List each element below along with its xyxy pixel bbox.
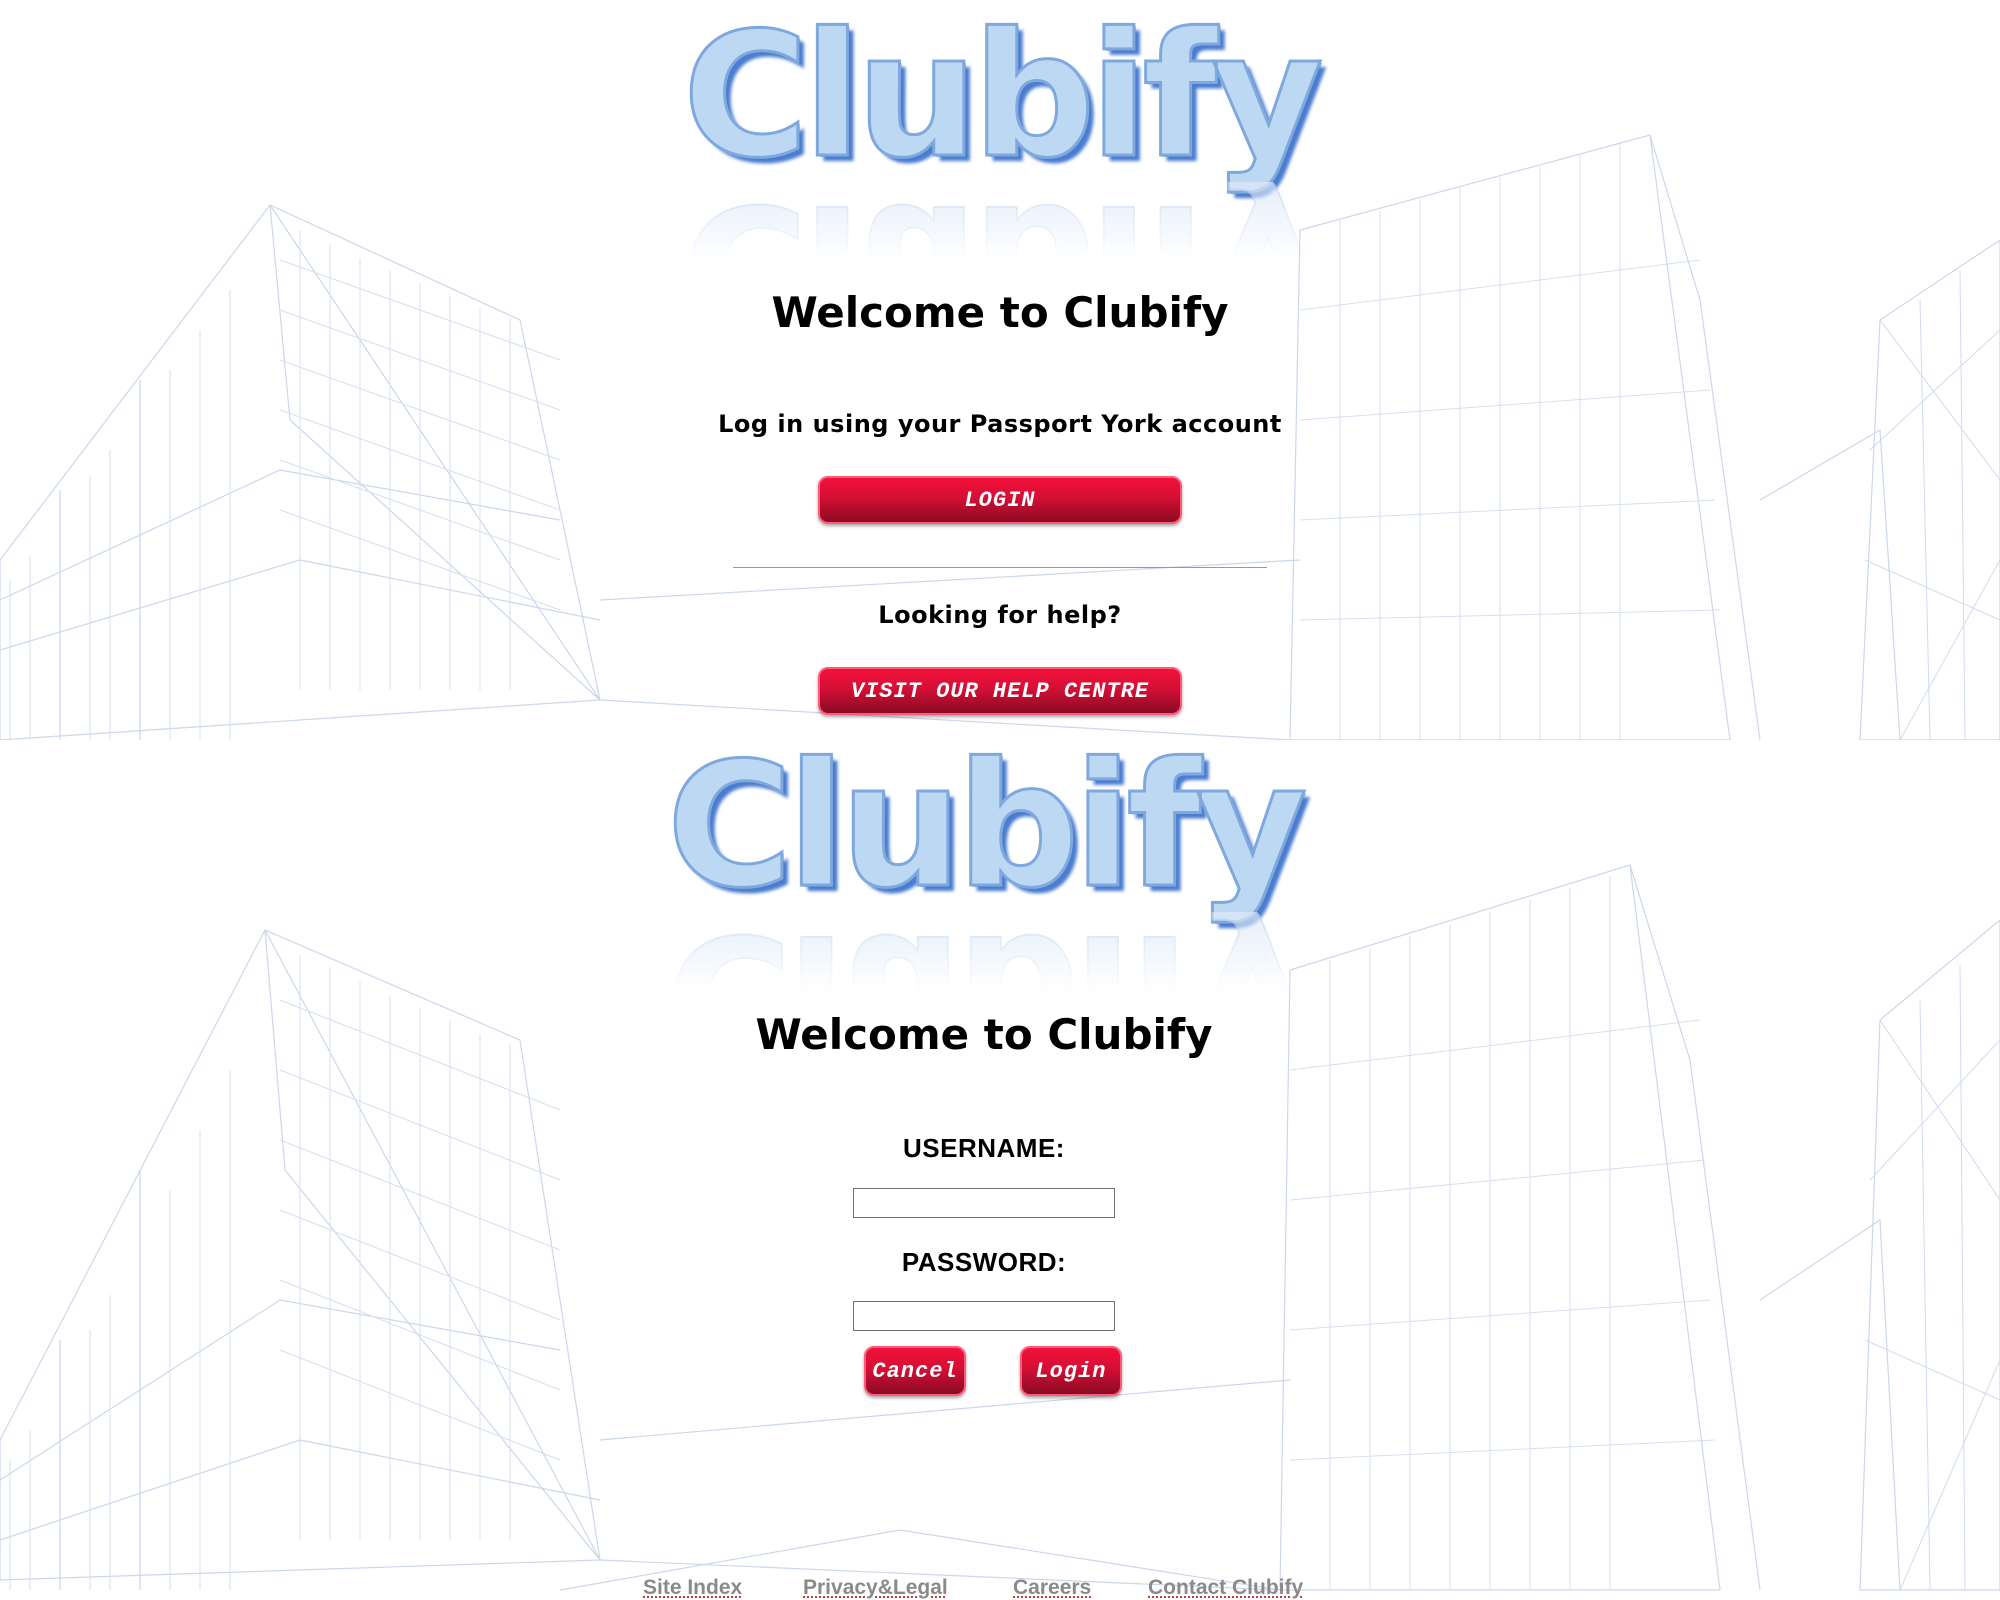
help-centre-button[interactable]: VISIT OUR HELP CENTRE (818, 667, 1182, 715)
footer-link-careers[interactable]: Careers (1013, 1576, 1091, 1600)
username-input[interactable] (853, 1188, 1115, 1218)
username-label: USERNAME: (903, 1133, 1065, 1163)
footer-link-contact[interactable]: Contact Clubify (1148, 1576, 1303, 1600)
login-form-panel: Clubify Clubify Welcome to Clubify USERN… (0, 740, 2000, 1600)
logo-reflection: Clubify (680, 182, 1320, 262)
password-input[interactable] (853, 1301, 1115, 1331)
clubify-logo: Clubify Clubify (680, 0, 1325, 262)
logo-text: Clubify (665, 740, 1309, 926)
welcome-heading: Welcome to Clubify (755, 1010, 1213, 1059)
footer-link-privacy-legal[interactable]: Privacy&Legal (803, 1576, 948, 1600)
login-landing-panel: Clubify Clubify Welcome to Clubify Log i… (0, 0, 2000, 740)
passport-instruction: Log in using your Passport York account (718, 410, 1282, 438)
section-divider (733, 567, 1267, 568)
logo-reflection: Clubify (664, 912, 1304, 992)
cancel-button[interactable]: Cancel (864, 1346, 966, 1396)
footer-links: Site Index Privacy&Legal Careers Contact… (0, 1576, 2000, 1600)
logo-text: Clubify (681, 0, 1325, 196)
help-prompt: Looking for help? (878, 601, 1122, 629)
clubify-logo: Clubify Clubify (664, 740, 1309, 992)
login-button[interactable]: Login (1020, 1346, 1122, 1396)
footer-link-site-index[interactable]: Site Index (643, 1576, 742, 1600)
password-label: PASSWORD: (901, 1247, 1067, 1277)
passport-login-button[interactable]: LOGIN (818, 476, 1182, 524)
welcome-heading: Welcome to Clubify (771, 288, 1229, 337)
